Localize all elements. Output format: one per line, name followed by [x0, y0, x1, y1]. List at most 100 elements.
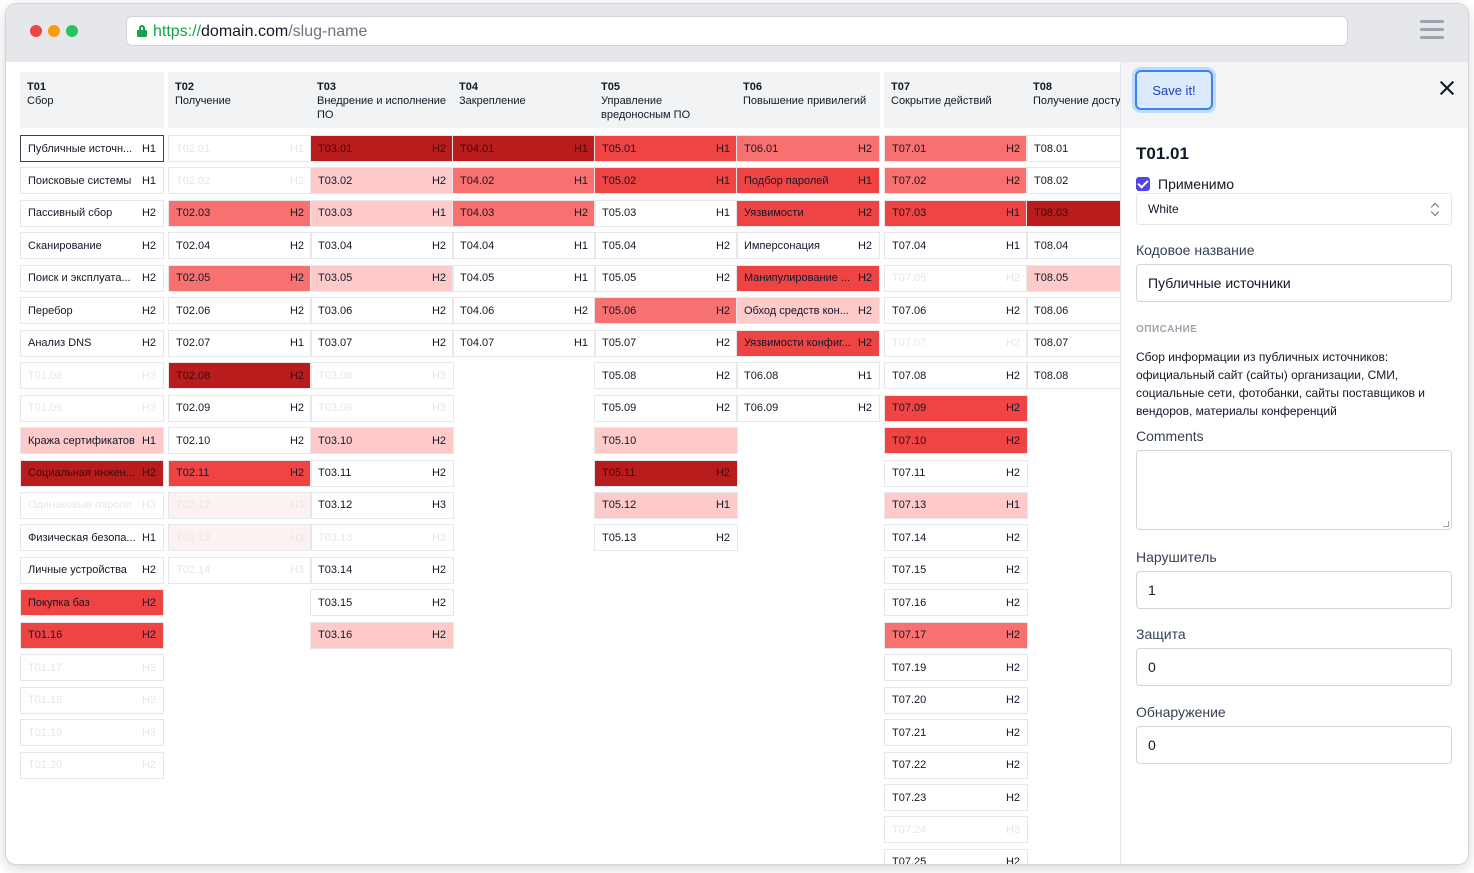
protection-input[interactable]: 0 [1136, 648, 1452, 686]
technique-cell[interactable]: T06.01 H2 [736, 135, 880, 162]
technique-cell[interactable]: T08.01 [1026, 135, 1120, 162]
technique-cell[interactable]: T07.03 H1 [884, 199, 1028, 227]
technique-cell[interactable]: Уязвимости H2 [736, 199, 880, 227]
technique-cell[interactable]: T03.03 H1 [310, 199, 454, 227]
technique-cell[interactable]: T02.01 H1 [168, 135, 312, 162]
technique-cell[interactable]: Физическая безопа... H1 [20, 524, 164, 552]
maximize-window-button[interactable] [66, 25, 78, 37]
technique-cell[interactable]: T07.01 H2 [884, 135, 1028, 162]
technique-cell[interactable]: T07.14 H2 [884, 524, 1028, 552]
technique-cell[interactable]: T07.17 H2 [884, 621, 1028, 649]
technique-cell[interactable]: T05.12 H1 [594, 491, 738, 519]
minimize-window-button[interactable] [48, 25, 60, 37]
technique-cell[interactable]: T08.02 [1026, 167, 1120, 195]
technique-cell[interactable]: Обход средств кон... H2 [736, 297, 880, 325]
technique-cell[interactable]: Перебор H2 [20, 297, 164, 325]
technique-cell[interactable]: T03.08 H3 [310, 362, 454, 390]
technique-cell[interactable]: T07.21 H2 [884, 719, 1028, 747]
technique-cell[interactable]: T05.13 H2 [594, 524, 738, 552]
technique-cell[interactable]: T02.10 H2 [168, 427, 312, 455]
technique-cell[interactable]: T07.08 H2 [884, 362, 1028, 390]
comments-textarea[interactable] [1136, 450, 1452, 530]
technique-cell[interactable]: T07.25 H2 [884, 848, 1028, 864]
technique-cell[interactable]: Публичные источн... H1 [20, 135, 164, 162]
technique-cell[interactable]: T05.07 H2 [594, 329, 738, 357]
technique-cell[interactable]: T05.08 H2 [594, 362, 738, 390]
detection-input[interactable]: 0 [1136, 726, 1452, 764]
technique-cell[interactable]: T08.03 [1026, 199, 1120, 227]
technique-cell[interactable]: T07.16 H2 [884, 589, 1028, 617]
codename-input[interactable]: Публичные источники [1136, 264, 1452, 302]
technique-cell[interactable]: Подбор паролей H1 [736, 167, 880, 195]
technique-cell[interactable]: Имперсонация H2 [736, 232, 880, 260]
technique-cell[interactable]: T02.05 H2 [168, 264, 312, 292]
technique-cell[interactable]: T02.11 H2 [168, 459, 312, 487]
technique-cell[interactable]: T02.12 H3 [168, 491, 312, 519]
technique-cell[interactable]: T08.05 [1026, 264, 1120, 292]
save-button[interactable]: Save it! [1135, 70, 1213, 110]
technique-cell[interactable]: T01.17 H3 [20, 654, 164, 682]
intruder-input[interactable]: 1 [1136, 571, 1452, 609]
technique-cell[interactable]: T02.14 H3 [168, 556, 312, 584]
technique-cell[interactable]: Кража сертификатов H1 [20, 427, 164, 455]
technique-cell[interactable]: T03.07 H2 [310, 329, 454, 357]
technique-cell[interactable]: Одинаковые пароли H3 [20, 491, 164, 519]
technique-cell[interactable]: T05.03 H1 [594, 199, 738, 227]
technique-cell[interactable]: T03.06 H2 [310, 297, 454, 325]
technique-cell[interactable]: T05.04 H2 [594, 232, 738, 260]
technique-cell[interactable]: T03.02 H2 [310, 167, 454, 195]
technique-cell[interactable]: T05.01 H1 [594, 135, 738, 162]
technique-cell[interactable]: T02.07 H1 [168, 329, 312, 357]
technique-cell[interactable]: Социальная инжен... H2 [20, 459, 164, 487]
technique-cell[interactable]: T07.23 H2 [884, 784, 1028, 811]
technique-cell[interactable]: T07.11 H2 [884, 459, 1028, 487]
technique-cell[interactable]: Поиск и эксплуата... H2 [20, 264, 164, 292]
technique-cell[interactable]: T05.05 H2 [594, 264, 738, 292]
hamburger-menu-icon[interactable] [1420, 20, 1444, 40]
technique-cell[interactable]: Личные устройства H2 [20, 556, 164, 584]
technique-cell[interactable]: T01.16 H2 [20, 621, 164, 649]
technique-cell[interactable]: T02.02 H2 [168, 167, 312, 195]
technique-cell[interactable]: T03.16 H2 [310, 621, 454, 649]
technique-cell[interactable]: T05.06 H2 [594, 297, 738, 325]
technique-cell[interactable]: Уязвимости конфиг... H2 [736, 329, 880, 357]
technique-cell[interactable]: T03.11 H2 [310, 459, 454, 487]
technique-cell[interactable]: Пассивный сбор H2 [20, 199, 164, 227]
technique-cell[interactable]: T06.08 H1 [736, 362, 880, 390]
technique-cell[interactable]: T04.03 H2 [452, 199, 596, 227]
technique-cell[interactable]: T07.04 H1 [884, 232, 1028, 260]
technique-cell[interactable]: T01.19 H3 [20, 719, 164, 747]
technique-cell[interactable]: T06.09 H2 [736, 394, 880, 422]
technique-cell[interactable]: T02.03 H2 [168, 199, 312, 227]
technique-cell[interactable]: T04.04 H1 [452, 232, 596, 260]
technique-cell[interactable]: T04.06 H2 [452, 297, 596, 325]
technique-cell[interactable]: T03.04 H2 [310, 232, 454, 260]
technique-cell[interactable]: T04.05 H1 [452, 264, 596, 292]
technique-cell[interactable]: T05.09 H2 [594, 394, 738, 422]
technique-cell[interactable]: Покупка баз H2 [20, 589, 164, 617]
close-window-button[interactable] [30, 25, 42, 37]
technique-cell[interactable]: T03.09 H3 [310, 394, 454, 422]
technique-cell[interactable]: Поисковые системы H1 [20, 167, 164, 195]
technique-cell[interactable]: T03.13 H3 [310, 524, 454, 552]
technique-cell[interactable]: T08.07 [1026, 329, 1120, 357]
technique-cell[interactable]: T04.07 H1 [452, 329, 596, 357]
applicable-row[interactable]: Применимо [1136, 176, 1234, 192]
technique-cell[interactable]: T07.10 H2 [884, 427, 1028, 455]
technique-cell[interactable]: T07.15 H2 [884, 556, 1028, 584]
applicable-checkbox[interactable] [1136, 177, 1150, 191]
technique-cell[interactable]: T02.06 H2 [168, 297, 312, 325]
technique-cell[interactable]: T03.10 H2 [310, 427, 454, 455]
technique-cell[interactable]: T07.20 H2 [884, 686, 1028, 714]
technique-cell[interactable]: T07.13 H1 [884, 491, 1028, 519]
technique-cell[interactable]: T01.18 H2 [20, 686, 164, 714]
resize-grip-icon[interactable] [1443, 521, 1449, 527]
technique-cell[interactable]: T07.07 H2 [884, 329, 1028, 357]
technique-cell[interactable]: T08.06 [1026, 297, 1120, 325]
technique-cell[interactable]: T02.13 H3 [168, 524, 312, 552]
technique-cell[interactable]: T07.19 H2 [884, 654, 1028, 682]
technique-cell[interactable]: T08.08 [1026, 362, 1120, 390]
technique-cell[interactable]: Анализ DNS H2 [20, 329, 164, 357]
close-icon[interactable] [1439, 80, 1455, 96]
technique-cell[interactable]: T07.06 H2 [884, 297, 1028, 325]
